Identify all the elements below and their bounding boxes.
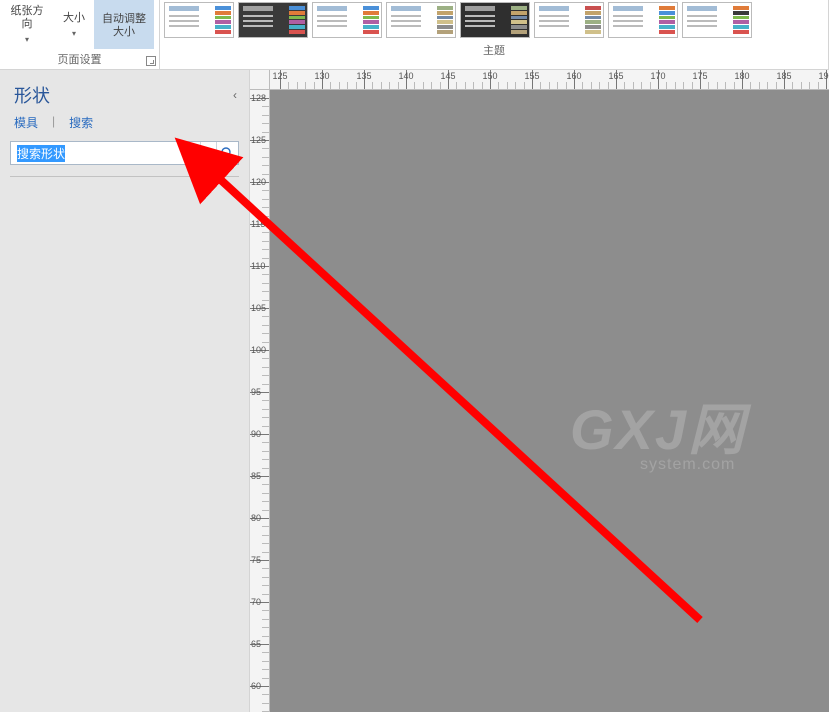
theme-thumbnail[interactable]	[164, 2, 234, 38]
themes-group: 主题	[160, 0, 829, 69]
tab-separator: |	[52, 114, 55, 131]
horizontal-ruler: 1251301351401451501551601651701751801851…	[270, 70, 829, 90]
theme-thumbnail[interactable]	[608, 2, 678, 38]
autofit-label-1: 自动调整	[102, 13, 146, 26]
collapse-icon[interactable]: ‹	[233, 88, 237, 102]
canvas-area: 1251301351401451501551601651701751801851…	[250, 70, 829, 712]
theme-thumbnail[interactable]	[682, 2, 752, 38]
autofit-label-2: 大小	[113, 26, 135, 39]
drawing-page[interactable]	[270, 90, 829, 712]
orientation-label: 纸张方向	[6, 5, 48, 31]
search-input[interactable]	[11, 142, 200, 164]
panel-title: 形状	[14, 82, 50, 108]
themes-group-label: 主题	[160, 40, 828, 60]
dialog-launcher-icon[interactable]	[146, 56, 156, 66]
main-area: 形状 ‹ 模具 | 搜索 ▾ 1251301351401451501551601…	[0, 70, 829, 712]
theme-gallery[interactable]	[160, 0, 828, 40]
tab-search[interactable]: 搜索	[69, 114, 93, 131]
shapes-panel: 形状 ‹ 模具 | 搜索 ▾	[0, 70, 250, 712]
vertical-ruler: 128125120115110105100959085807570656055	[250, 90, 270, 712]
theme-thumbnail[interactable]	[238, 2, 308, 38]
ruler-origin	[250, 70, 270, 90]
search-dropdown-icon[interactable]: ▾	[200, 142, 216, 164]
orientation-button[interactable]: 纸张方向 ▾	[0, 0, 54, 49]
dropdown-icon: ▾	[25, 33, 29, 46]
panel-header: 形状 ‹	[0, 70, 249, 114]
panel-tabs: 模具 | 搜索	[0, 114, 249, 141]
search-button[interactable]	[216, 142, 238, 164]
size-button[interactable]: 大小 ▾	[54, 0, 94, 49]
tab-stencils[interactable]: 模具	[14, 114, 38, 131]
panel-divider	[10, 171, 239, 177]
search-icon	[221, 147, 234, 160]
theme-thumbnail[interactable]	[534, 2, 604, 38]
theme-thumbnail[interactable]	[312, 2, 382, 38]
ribbon: 纸张方向 ▾ 大小 ▾ 自动调整 大小 页面设置 主题	[0, 0, 829, 70]
page-setup-group: 纸张方向 ▾ 大小 ▾ 自动调整 大小 页面设置	[0, 0, 160, 69]
dropdown-icon: ▾	[72, 27, 76, 40]
page-setup-group-label: 页面设置	[0, 49, 159, 69]
autofit-button[interactable]: 自动调整 大小	[94, 0, 154, 49]
theme-thumbnail[interactable]	[386, 2, 456, 38]
search-container: ▾	[10, 141, 239, 165]
size-label: 大小	[63, 12, 85, 25]
theme-thumbnail[interactable]	[460, 2, 530, 38]
